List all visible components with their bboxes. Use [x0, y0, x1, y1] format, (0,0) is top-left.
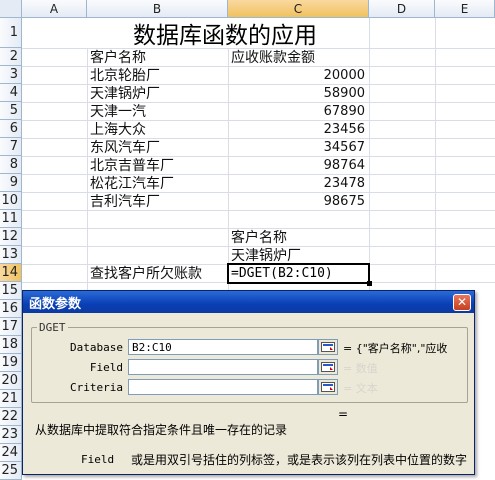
row-header-2[interactable]: 2	[0, 48, 22, 66]
row-header-1[interactable]: 1	[0, 18, 22, 48]
row-header-21[interactable]: 21	[0, 390, 22, 408]
amount-cell[interactable]: 23478	[229, 174, 369, 192]
database-collapse-button[interactable]	[318, 339, 338, 355]
database-label: Database	[70, 341, 123, 354]
row-header-12[interactable]: 12	[0, 228, 22, 246]
row-header-4[interactable]: 4	[0, 84, 22, 102]
criteria-input[interactable]	[128, 379, 318, 395]
customer-name-cell[interactable]: 松花江汽车厂	[88, 174, 228, 192]
customer-name-cell[interactable]: 东风汽车厂	[88, 138, 228, 156]
row-header-15[interactable]: 15	[0, 282, 22, 300]
amount-cell[interactable]: 20000	[229, 66, 369, 84]
column-header-d[interactable]: D	[369, 0, 435, 18]
criteria-collapse-button[interactable]	[318, 379, 338, 395]
row-header-7[interactable]: 7	[0, 138, 22, 156]
field-result: = 数值	[343, 362, 378, 375]
column-header-e[interactable]: E	[435, 0, 495, 18]
criteria-label: Criteria	[70, 381, 123, 394]
amount-cell[interactable]: 58900	[229, 84, 369, 102]
row-header-5[interactable]: 5	[0, 102, 22, 120]
customer-name-cell[interactable]: 天津一汽	[88, 102, 228, 120]
cell-c12[interactable]: 客户名称	[229, 228, 369, 246]
field-collapse-button[interactable]	[318, 359, 338, 375]
fill-handle[interactable]	[367, 281, 372, 286]
collapse-dialog-icon	[321, 362, 335, 372]
customer-name-cell[interactable]: 上海大众	[88, 120, 228, 138]
dialog-title: 函数参数	[29, 296, 82, 312]
database-input[interactable]: B2:C10	[128, 339, 318, 355]
row-header-14[interactable]: 14	[0, 264, 22, 282]
amount-cell[interactable]: 98764	[229, 156, 369, 174]
active-cell-c14[interactable]: =DGET(B2:C10)	[227, 263, 370, 284]
row-header-22[interactable]: 22	[0, 408, 22, 426]
cell-c13[interactable]: 天津锅炉厂	[229, 246, 369, 264]
amount-cell[interactable]: 67890	[229, 102, 369, 120]
column-header-a[interactable]: A	[22, 0, 87, 18]
row-header-23[interactable]: 23	[0, 426, 22, 444]
function-name-label: DGET	[37, 321, 68, 334]
function-description: 从数据库中提取符合指定条件且唯一存在的记录	[35, 423, 288, 437]
close-icon: ✕	[456, 295, 468, 309]
customer-name-cell[interactable]: 北京吉普车厂	[88, 156, 228, 174]
select-all-corner[interactable]	[0, 0, 22, 18]
customer-name-cell[interactable]: 北京轮胎厂	[88, 66, 228, 84]
dialog-titlebar[interactable]: 函数参数 ✕	[23, 291, 474, 313]
row-header-25[interactable]: 25	[0, 462, 22, 480]
row-header-17[interactable]: 17	[0, 318, 22, 336]
row-header-13[interactable]: 13	[0, 246, 22, 264]
cell-b2[interactable]: 客户名称	[88, 48, 228, 66]
amount-cell[interactable]: 34567	[229, 138, 369, 156]
row-header-10[interactable]: 10	[0, 192, 22, 210]
close-button[interactable]: ✕	[453, 293, 471, 311]
argument-help-text: 或是用双引号括住的列标签，或是表示该列在列表中位置的数字	[131, 453, 468, 467]
collapse-dialog-icon	[321, 382, 335, 392]
amount-cell[interactable]: 98675	[229, 192, 369, 210]
customer-name-cell[interactable]: 吉利汽车厂	[88, 192, 228, 210]
amount-cell[interactable]: 23456	[229, 120, 369, 138]
row-header-8[interactable]: 8	[0, 156, 22, 174]
row-header-9[interactable]: 9	[0, 174, 22, 192]
row-header-3[interactable]: 3	[0, 66, 22, 84]
cell-b14[interactable]: 查找客户所欠账款	[88, 264, 228, 282]
row-header-18[interactable]: 18	[0, 336, 22, 354]
help-argument-name: Field	[81, 453, 115, 466]
sheet-title[interactable]: 数据库函数的应用	[87, 18, 363, 49]
row-header-19[interactable]: 19	[0, 354, 22, 372]
function-arguments-dialog: 函数参数 ✕ DGET Database B2:C10 = {"客户名称","应…	[22, 290, 475, 475]
cell-c2[interactable]: 应收账款金额	[229, 48, 369, 66]
collapse-dialog-icon	[321, 342, 335, 352]
field-label: Field	[89, 361, 123, 374]
customer-name-cell[interactable]: 天津锅炉厂	[88, 84, 228, 102]
row-header-11[interactable]: 11	[0, 210, 22, 228]
criteria-result: = 文本	[343, 382, 378, 395]
function-result-equals: =	[338, 407, 349, 421]
row-header-6[interactable]: 6	[0, 120, 22, 138]
row-header-20[interactable]: 20	[0, 372, 22, 390]
field-input[interactable]	[128, 359, 318, 375]
database-result: = {"客户名称","应收	[343, 342, 448, 355]
row-header-24[interactable]: 24	[0, 444, 22, 462]
row-header-16[interactable]: 16	[0, 300, 22, 318]
